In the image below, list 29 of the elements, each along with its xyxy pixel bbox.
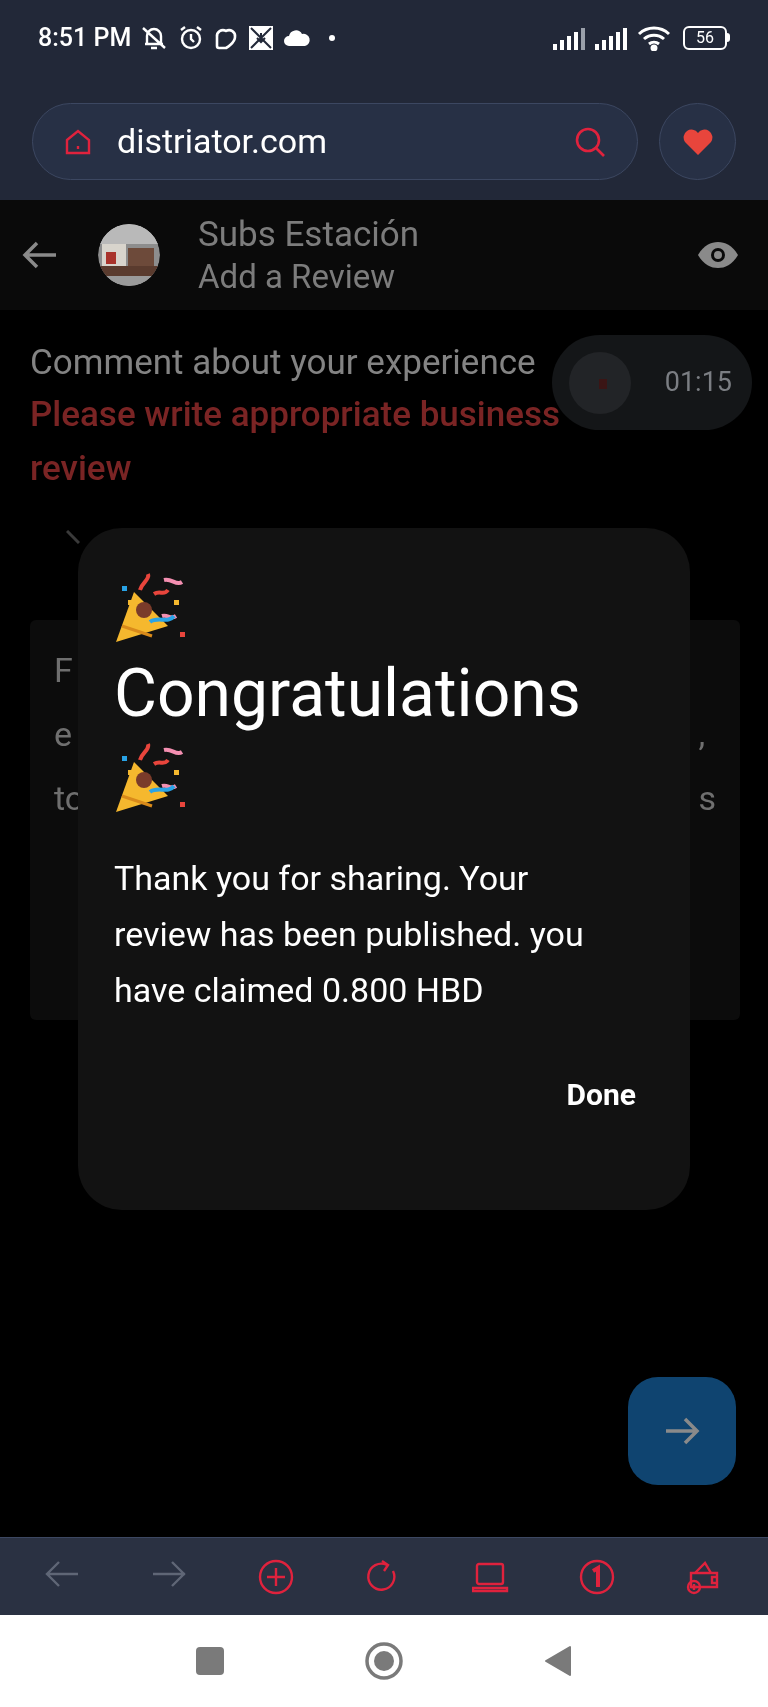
chevron-icon — [66, 530, 80, 544]
review-text-fragment: F — [54, 649, 74, 692]
back-arrow-icon[interactable] — [22, 240, 58, 270]
page-title: Add a Review — [198, 256, 396, 298]
dot-icon — [329, 34, 336, 41]
signal-icon — [595, 25, 629, 50]
signal-icon — [553, 25, 587, 50]
eye-icon[interactable] — [696, 240, 740, 270]
review-text-fragment: , — [698, 713, 707, 756]
record-icon — [569, 351, 631, 414]
wifi-icon — [637, 24, 671, 51]
next-button[interactable] — [628, 1377, 736, 1485]
review-text-fragment: e — [54, 713, 74, 756]
back-icon[interactable] — [544, 1645, 572, 1677]
review-text-fragment: s — [698, 777, 716, 820]
dialog-title: Congratulations — [114, 654, 582, 734]
heart-icon — [681, 127, 714, 156]
field-label: Comment about your experience — [30, 341, 536, 385]
right-arrow-icon — [664, 1416, 700, 1446]
business-name: Subs Estación — [198, 212, 420, 257]
recents-icon[interactable] — [196, 1647, 224, 1675]
battery-icon: 56 — [683, 25, 730, 50]
dialog-message: Thank you for sharing. Your review has been published. you have claimed 0.800 HBD — [114, 857, 585, 1012]
cloud-icon — [283, 28, 312, 47]
url-field[interactable]: distriator.com — [32, 103, 638, 180]
home-icon[interactable] — [364, 1641, 404, 1681]
status-time: 8:51 PM — [38, 21, 132, 54]
done-button[interactable]: Done — [566, 1072, 636, 1117]
tab-count-icon[interactable] — [578, 1558, 617, 1595]
